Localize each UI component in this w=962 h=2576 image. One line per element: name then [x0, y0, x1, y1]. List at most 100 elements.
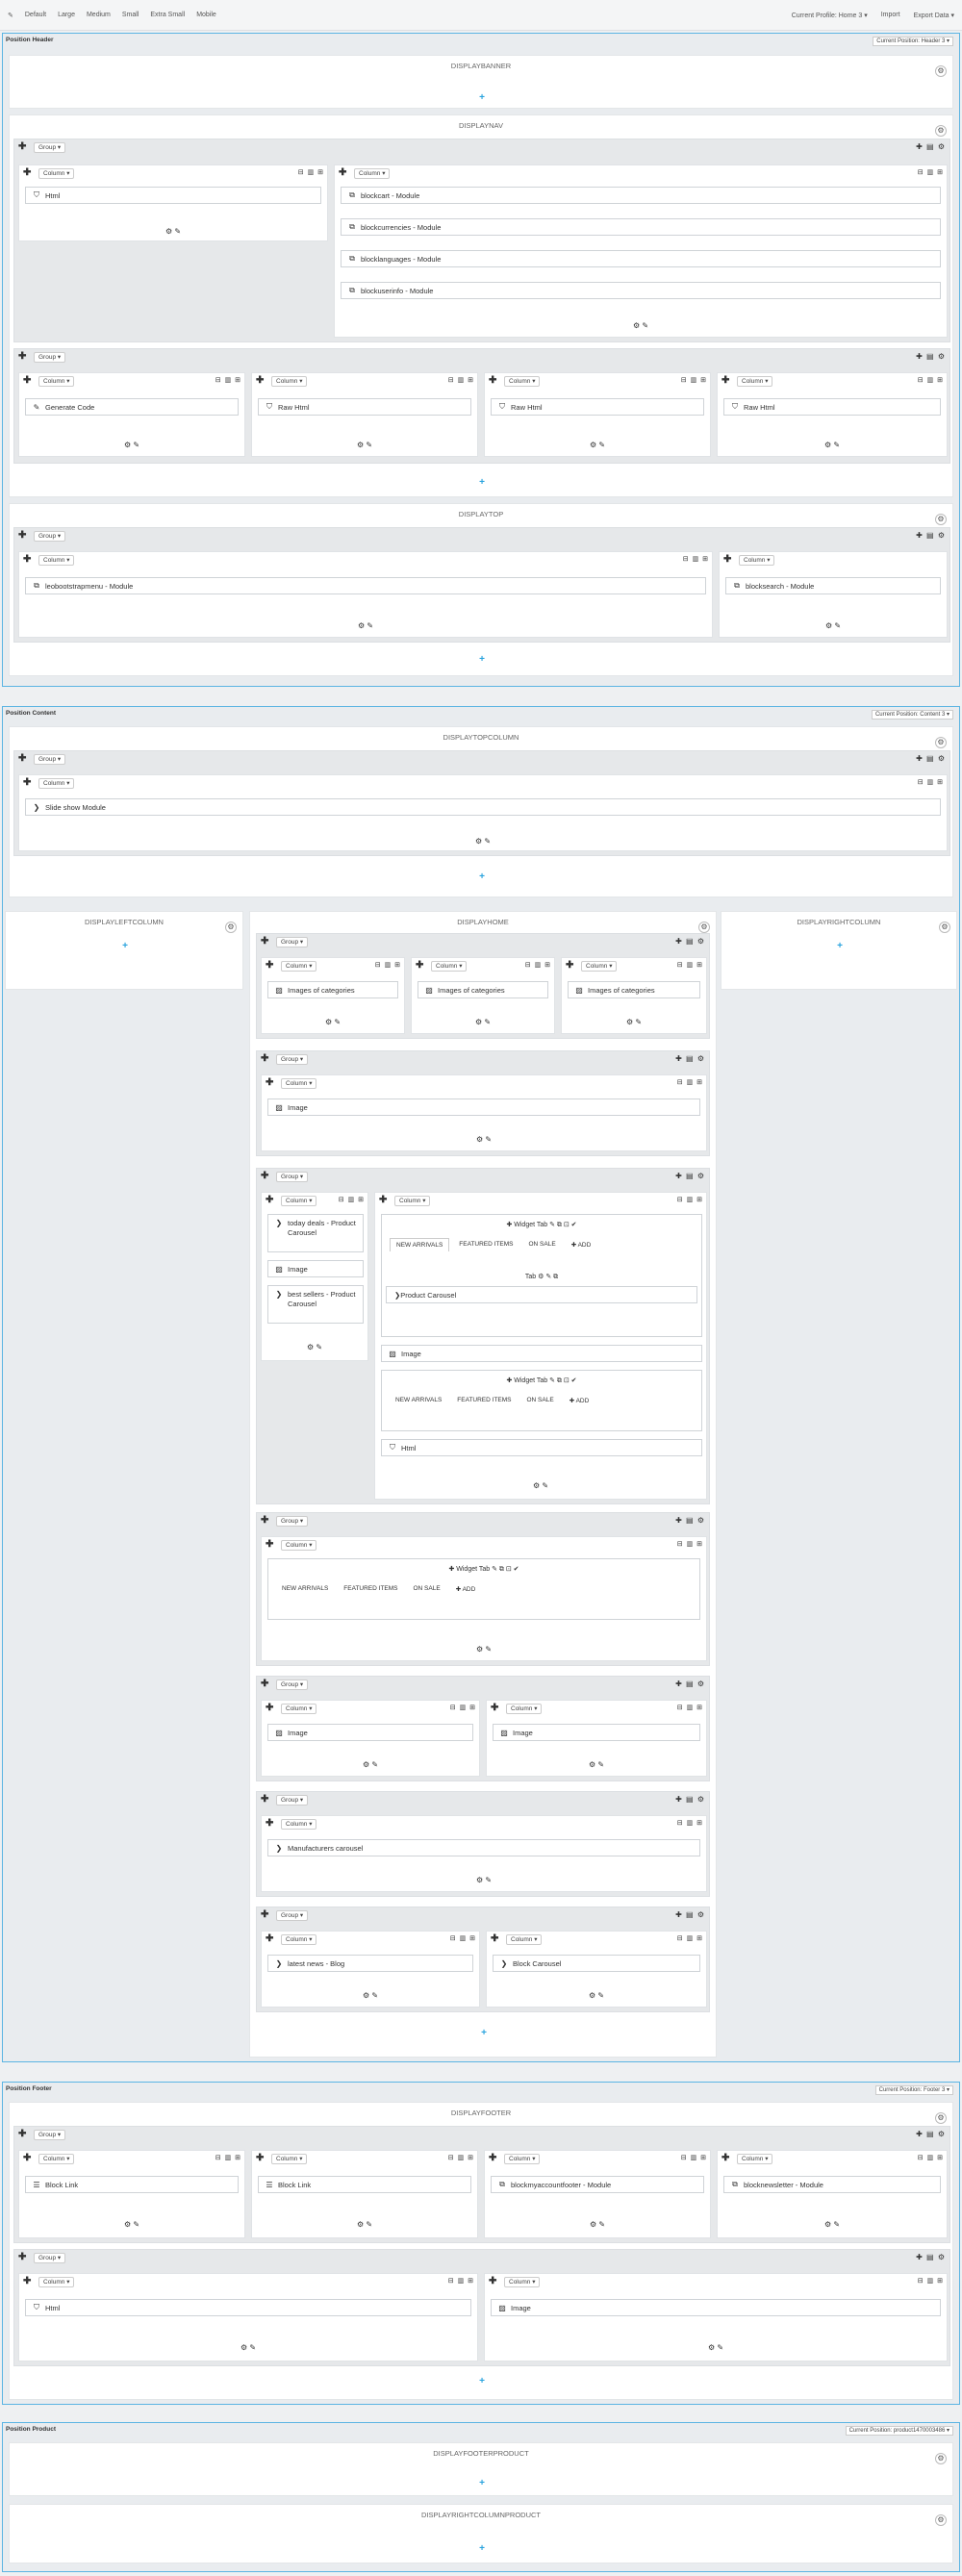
- widget-image[interactable]: ▨ Image: [491, 2299, 941, 2316]
- group-actions[interactable]: ✚ ▤ ⚙: [916, 531, 946, 540]
- column-actions[interactable]: ⊟ ▥ ⊞: [677, 1934, 703, 1942]
- column-dropdown[interactable]: Column ▾: [281, 1934, 317, 1945]
- column-footer-icons[interactable]: ⚙ ✎: [720, 621, 947, 630]
- column-actions[interactable]: ⊟ ▥ ⊞: [448, 376, 474, 384]
- column-dropdown[interactable]: Column ▾: [506, 1934, 543, 1945]
- move-handle-icon[interactable]: ✚: [266, 1703, 273, 1713]
- column-actions[interactable]: ⊟ ▥ ⊞: [450, 1934, 476, 1942]
- column-dropdown[interactable]: Column ▾: [281, 1078, 317, 1089]
- column-footer-icons[interactable]: ⚙ ✎: [252, 2220, 477, 2229]
- column-dropdown[interactable]: Column ▾: [737, 2154, 773, 2164]
- move-handle-icon[interactable]: ✚: [566, 960, 573, 971]
- widget-image[interactable]: ▨ Image: [267, 1724, 473, 1741]
- widget-blocknewsletter[interactable]: ⧉ blocknewsletter - Module: [723, 2176, 941, 2193]
- move-handle-icon[interactable]: ✚: [266, 1933, 273, 1944]
- column-dropdown[interactable]: Column ▾: [737, 376, 773, 387]
- tab-new-arrivals[interactable]: NEW ARRIVALS: [390, 1394, 447, 1407]
- widget-images-of-categories[interactable]: ▨ Images of categories: [568, 981, 700, 998]
- column-dropdown[interactable]: Column ▾: [581, 961, 618, 972]
- move-handle-icon[interactable]: ✚: [18, 351, 26, 362]
- move-handle-icon[interactable]: ✚: [23, 2276, 31, 2286]
- column-actions[interactable]: ⊟ ▥ ⊞: [448, 2277, 474, 2285]
- column-dropdown[interactable]: Column ▾: [38, 2277, 75, 2287]
- column-footer-icons[interactable]: ⚙ ✎: [262, 1760, 479, 1769]
- widget-tab[interactable]: ✚ Widget Tab ✎ ⧉ ⊡ ✔ NEW ARRIVALS FEATUR…: [381, 1370, 702, 1431]
- widget-product-carousel[interactable]: ❯ Product Carousel: [386, 1286, 697, 1303]
- position-select[interactable]: Current Position: product1470003486 ▾: [845, 2426, 953, 2436]
- column-footer-icons[interactable]: ⚙ ✎: [562, 1018, 706, 1026]
- column-dropdown[interactable]: Column ▾: [394, 1196, 431, 1206]
- widget-tab[interactable]: ✚ Widget Tab ✎ ⧉ ⊡ ✔ NEW ARRIVALS FEATUR…: [267, 1558, 700, 1620]
- group-actions[interactable]: ✚ ▤ ⚙: [675, 1910, 705, 1919]
- group-actions[interactable]: ✚ ▤ ⚙: [916, 2130, 946, 2138]
- move-handle-icon[interactable]: ✚: [23, 375, 31, 386]
- add-group-icon[interactable]: +: [479, 2028, 489, 2038]
- gear-icon[interactable]: ⚙: [225, 922, 237, 933]
- column-actions[interactable]: ⊟ ▥ ⊞: [215, 376, 241, 384]
- widget-generate-code[interactable]: ✎ Generate Code: [25, 398, 239, 416]
- group-dropdown[interactable]: Group ▾: [276, 937, 309, 947]
- move-handle-icon[interactable]: ✚: [266, 1077, 273, 1088]
- move-handle-icon[interactable]: ✚: [18, 2129, 26, 2139]
- device-default[interactable]: Default: [25, 12, 46, 18]
- column-footer-icons[interactable]: ⚙ ✎: [487, 1760, 706, 1769]
- move-handle-icon[interactable]: ✚: [261, 1171, 268, 1181]
- gear-icon[interactable]: ⚙: [939, 922, 950, 933]
- column-dropdown[interactable]: Column ▾: [739, 555, 775, 566]
- column-footer-icons[interactable]: ⚙ ✎: [19, 227, 327, 236]
- column-actions[interactable]: ⊟ ▥ ⊞: [677, 1196, 703, 1203]
- group-dropdown[interactable]: Group ▾: [34, 2253, 66, 2263]
- column-footer-icons[interactable]: ⚙ ✎: [19, 837, 947, 846]
- widget-blockuserinfo[interactable]: ⧉ blockuserinfo - Module: [341, 282, 941, 299]
- add-group-icon[interactable]: +: [120, 941, 130, 951]
- group-dropdown[interactable]: Group ▾: [276, 1054, 309, 1065]
- column-actions[interactable]: ⊟ ▥ ⊞: [918, 2154, 944, 2161]
- widget-manufacturers-carousel[interactable]: ❯ Manufacturers carousel: [267, 1839, 700, 1856]
- move-handle-icon[interactable]: ✚: [23, 554, 31, 565]
- column-actions[interactable]: ⊟ ▥ ⊞: [918, 376, 944, 384]
- device-medium[interactable]: Medium: [87, 12, 111, 18]
- widget-image[interactable]: ▨ Image: [267, 1260, 364, 1277]
- move-handle-icon[interactable]: ✚: [722, 375, 729, 386]
- group-actions[interactable]: ✚ ▤ ⚙: [675, 937, 705, 946]
- add-group-icon[interactable]: +: [477, 654, 487, 665]
- device-small[interactable]: Small: [122, 12, 139, 18]
- tab-on-sale[interactable]: ON SALE: [408, 1582, 446, 1596]
- widget-html[interactable]: ⛉ Html: [25, 2299, 471, 2316]
- widget-raw-html[interactable]: ⛉ Raw Html: [491, 398, 704, 416]
- group-dropdown[interactable]: Group ▾: [34, 142, 66, 153]
- column-footer-icons[interactable]: ⚙ ✎: [262, 1135, 706, 1144]
- group-actions[interactable]: ✚ ▤ ⚙: [916, 352, 946, 361]
- group-dropdown[interactable]: Group ▾: [276, 1795, 309, 1806]
- column-dropdown[interactable]: Column ▾: [431, 961, 468, 972]
- column-actions[interactable]: ⊟ ▥ ⊞: [681, 2154, 707, 2161]
- group-dropdown[interactable]: Group ▾: [34, 2130, 66, 2140]
- widget-leobootstrapmenu[interactable]: ⧉ leobootstrapmenu - Module: [25, 577, 706, 594]
- widget-block-carousel[interactable]: ❯ Block Carousel: [493, 1955, 700, 1972]
- gear-icon[interactable]: ⚙: [935, 125, 947, 137]
- move-handle-icon[interactable]: ✚: [266, 1818, 273, 1829]
- tab-new-arrivals[interactable]: NEW ARRIVALS: [390, 1238, 450, 1251]
- position-select[interactable]: Current Position: Footer 3 ▾: [874, 2085, 953, 2095]
- column-footer-icons[interactable]: ⚙ ✎: [485, 441, 710, 449]
- column-dropdown[interactable]: Column ▾: [281, 1196, 317, 1206]
- move-handle-icon[interactable]: ✚: [261, 1679, 268, 1689]
- widget-image[interactable]: ▨ Image: [381, 1345, 702, 1362]
- move-handle-icon[interactable]: ✚: [379, 1195, 387, 1205]
- widget-blockcurrencies[interactable]: ⧉ blockcurrencies - Module: [341, 218, 941, 236]
- export-button[interactable]: Export Data ▾: [914, 12, 954, 19]
- position-select[interactable]: Current Position: Content 3 ▾: [871, 710, 953, 720]
- move-handle-icon[interactable]: ✚: [261, 1794, 268, 1805]
- add-group-icon[interactable]: +: [477, 477, 487, 488]
- widget-slideshow[interactable]: ❯ Slide show Module: [25, 798, 941, 816]
- add-group-icon[interactable]: +: [477, 92, 487, 103]
- tab-featured-items[interactable]: FEATURED ITEMS: [338, 1582, 403, 1596]
- group-dropdown[interactable]: Group ▾: [34, 352, 66, 363]
- column-actions[interactable]: ⊟ ▥ ⊞: [448, 2154, 474, 2161]
- widget-images-of-categories[interactable]: ▨ Images of categories: [267, 981, 398, 998]
- column-actions[interactable]: ⊟ ▥ ⊞: [677, 1078, 703, 1086]
- move-handle-icon[interactable]: ✚: [18, 2252, 26, 2262]
- widget-raw-html[interactable]: ⛉ Raw Html: [723, 398, 941, 416]
- column-dropdown[interactable]: Column ▾: [38, 778, 75, 789]
- move-handle-icon[interactable]: ✚: [491, 1933, 498, 1944]
